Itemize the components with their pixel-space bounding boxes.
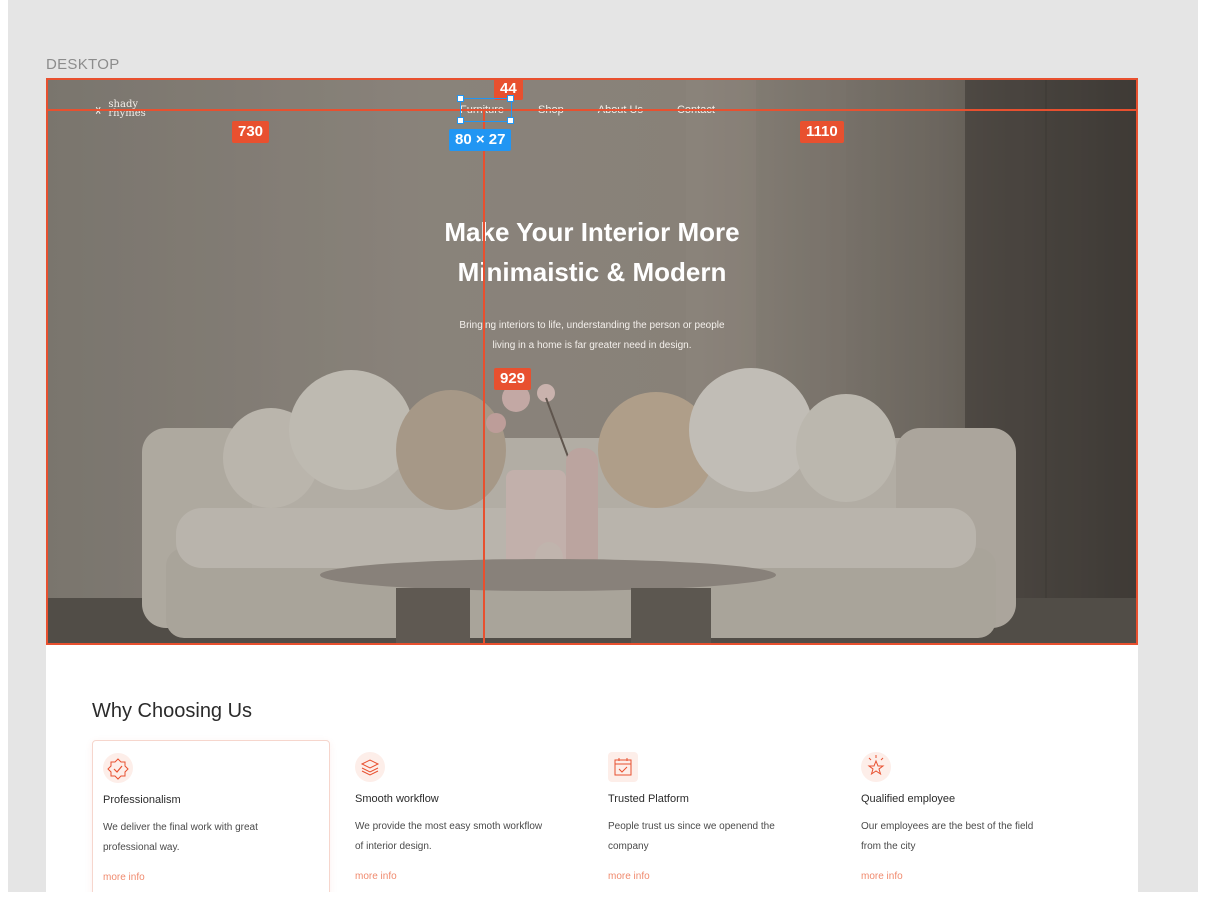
more-info-link[interactable]: more info: [861, 871, 903, 882]
measurement-badge-center: 929: [494, 368, 532, 390]
card-text: We provide the most easy smoth workflow …: [355, 817, 571, 857]
more-info-link[interactable]: more info: [355, 871, 397, 882]
card-text-line-2: of interior design.: [355, 841, 432, 852]
card-text-line-1: We provide the most easy smoth workflow: [355, 821, 543, 832]
selection-size-badge: 80 × 27: [449, 129, 512, 151]
guide-line-top: [46, 109, 1138, 111]
selection-box-furniture[interactable]: [460, 98, 512, 122]
card-title: Trusted Platform: [608, 793, 689, 805]
guide-line-vertical: [483, 111, 485, 645]
viewport-edge-bottom: [0, 892, 1208, 902]
feature-card-trusted-platform[interactable]: Trusted Platform People trust us since w…: [598, 740, 836, 892]
card-text: People trust us since we openend the com…: [608, 817, 824, 857]
layers-icon: [355, 752, 385, 782]
measurement-badge-left: 730: [232, 121, 270, 143]
feature-card-professionalism[interactable]: Professionalism We deliver the final wor…: [92, 740, 330, 892]
badge-check-icon: [103, 753, 133, 783]
frame-label: DESKTOP: [46, 56, 120, 73]
resize-handle-bottom-right[interactable]: [507, 117, 514, 124]
card-text-line-1: Our employees are the best of the field: [861, 821, 1034, 832]
card-text-line-1: We deliver the final work with great: [103, 822, 258, 833]
more-info-link[interactable]: more info: [608, 871, 650, 882]
frame-outline-hero: [46, 78, 1138, 645]
more-info-link[interactable]: more info: [103, 872, 145, 883]
resize-handle-bottom-left[interactable]: [457, 117, 464, 124]
card-text-line-2: from the city: [861, 841, 916, 852]
resize-handle-top-left[interactable]: [457, 95, 464, 102]
feature-card-smooth-workflow[interactable]: Smooth workflow We provide the most easy…: [345, 740, 583, 892]
card-text: We deliver the final work with great pro…: [103, 818, 319, 858]
calendar-check-icon: [608, 752, 638, 782]
card-text: Our employees are the best of the field …: [861, 817, 1077, 857]
card-title: Professionalism: [103, 794, 181, 806]
card-text-line-1: People trust us since we openend the: [608, 821, 775, 832]
measurement-badge-right: 1110: [800, 121, 844, 143]
star-icon: [861, 752, 891, 782]
viewport-edge-left: [0, 0, 8, 902]
card-text-line-2: company: [608, 841, 649, 852]
feature-card-qualified-employee[interactable]: Qualified employee Our employees are the…: [851, 740, 1089, 892]
resize-handle-top-right[interactable]: [507, 95, 514, 102]
card-text-line-2: professional way.: [103, 842, 180, 853]
card-title: Smooth workflow: [355, 793, 439, 805]
card-title: Qualified employee: [861, 793, 956, 805]
section-title-why-choosing-us: Why Choosing Us: [92, 700, 253, 722]
viewport-edge-right: [1198, 0, 1208, 902]
